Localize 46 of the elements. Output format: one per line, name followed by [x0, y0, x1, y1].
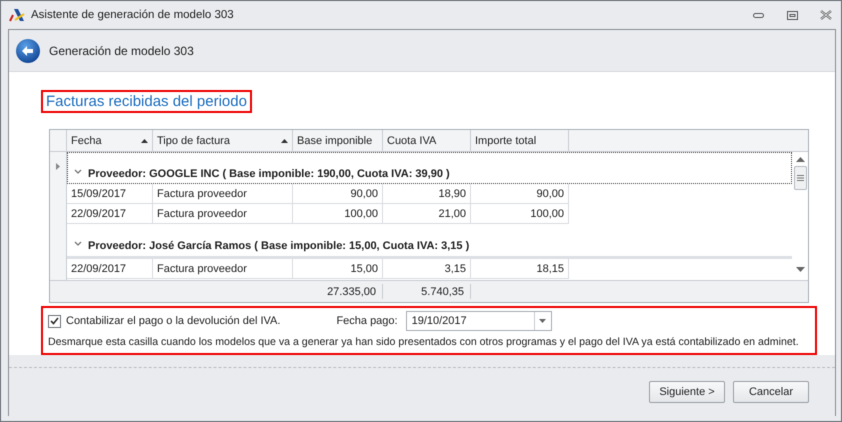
- table-cell: 21,00: [438, 208, 466, 220]
- table-cell: Factura proveedor: [157, 262, 247, 274]
- scroll-down-icon[interactable]: [796, 267, 804, 272]
- group-header[interactable]: Proveedor: José García Ramos ( Base imponible: 15,00, Cuota IVA: 3,15 ): [88, 240, 470, 252]
- window-title: Asistente de generación de modelo 303: [31, 9, 235, 21]
- checkbox[interactable]: [48, 314, 61, 328]
- table-cell: 15/09/2017: [71, 188, 126, 200]
- table-cell: 15,00: [350, 262, 378, 274]
- section-title: Facturas recibidas del periodo: [41, 90, 252, 113]
- note-text: Desmarque esta casilla cuando los modelos que va a generar ya han sido presentados con otros programas y el pago del IVA ya está contabilizado en adminet.: [48, 336, 799, 349]
- date-field[interactable]: 19/10/2017: [406, 311, 552, 331]
- date-label: Fecha pago:: [336, 315, 398, 327]
- table-cell: 18,90: [438, 188, 466, 200]
- column-header[interactable]: Importe total: [471, 130, 569, 151]
- table-cell: 18,15: [536, 262, 564, 274]
- current-row-icon: [56, 163, 60, 170]
- column-header[interactable]: Cuota IVA: [383, 130, 471, 151]
- group-header[interactable]: Proveedor: GOOGLE INC ( Base imponible: 190,00, Cuota IVA: 39,90 ): [88, 168, 450, 180]
- header-title: Generación de modelo 303: [49, 44, 194, 58]
- collapse-icon[interactable]: [74, 241, 82, 246]
- table-cell: 100,00: [344, 208, 378, 220]
- table-cell: 22/09/2017: [71, 208, 126, 220]
- table-cell: Factura proveedor: [157, 208, 247, 220]
- dialog-button[interactable]: Cancelar: [733, 381, 809, 403]
- table-cell: Factura proveedor: [157, 188, 247, 200]
- total-iva: 5.740,35: [421, 286, 464, 298]
- minimize-button[interactable]: [752, 12, 764, 18]
- table-cell: 90,00: [350, 188, 378, 200]
- column-header[interactable]: Base imponible: [293, 130, 383, 151]
- close-button[interactable]: [820, 10, 832, 20]
- maximize-button[interactable]: [786, 10, 798, 20]
- collapse-icon[interactable]: [74, 169, 82, 174]
- back-button[interactable]: [15, 38, 41, 64]
- column-header[interactable]: Tipo de factura: [153, 130, 293, 151]
- table-cell: 22/09/2017: [71, 262, 126, 274]
- grip-icon[interactable]: [796, 175, 804, 181]
- total-base: 27.335,00: [327, 286, 376, 298]
- table-cell: 100,00: [530, 208, 564, 220]
- table-cell: 3,15: [444, 262, 466, 274]
- dialog-button[interactable]: Siguiente >: [649, 381, 725, 403]
- checkbox-label[interactable]: Contabilizar el pago o la devolución del IVA.: [66, 315, 280, 327]
- dropdown-icon[interactable]: [539, 319, 546, 323]
- logo-icon: [9, 8, 25, 22]
- table-cell: 90,00: [536, 188, 564, 200]
- column-header[interactable]: Fecha: [67, 130, 153, 151]
- scroll-up-icon[interactable]: [796, 157, 804, 162]
